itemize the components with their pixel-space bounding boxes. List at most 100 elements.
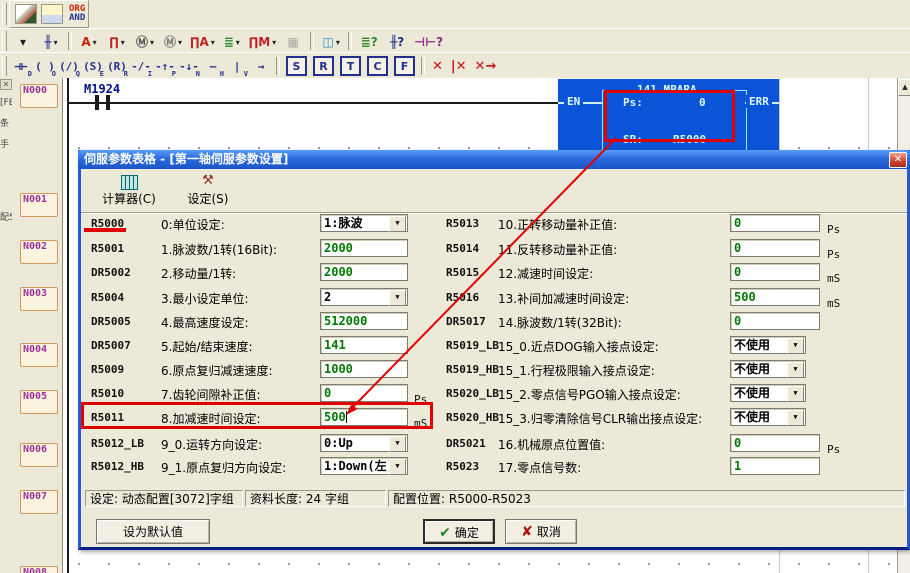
boxed-f-button[interactable]: F xyxy=(394,56,415,76)
chevron-down-icon[interactable]: ▼ xyxy=(389,459,406,475)
pulse-m-button[interactable]: ∏M▾ xyxy=(246,30,279,53)
param-input[interactable]: 500 xyxy=(320,408,408,426)
param-input[interactable]: 141 xyxy=(320,336,408,354)
boxed-t-button[interactable]: T xyxy=(340,56,361,76)
cancel-button[interactable]: ✘取消 xyxy=(505,519,577,544)
param-input[interactable]: 0 xyxy=(730,312,820,330)
block-sr-value[interactable]: R5000 xyxy=(670,133,709,146)
program-view-icon[interactable] xyxy=(15,4,37,24)
toolbar-grip[interactable] xyxy=(2,3,7,25)
palette-D-button[interactable]: ⊣⊢D xyxy=(9,55,33,77)
selected-instruction-block[interactable]: 141 MPARA EN ERR Ps: 0 SR: R5000 xyxy=(558,79,779,150)
palette-Q-button[interactable]: (/)Q xyxy=(57,55,81,77)
param-select[interactable]: 2▼ xyxy=(320,288,408,306)
list-help-button[interactable]: ≣? xyxy=(355,30,383,53)
card-button[interactable]: ▦ xyxy=(279,30,307,53)
network-box-n004[interactable]: N004 xyxy=(20,343,58,367)
param-select[interactable]: 不使用▼ xyxy=(730,360,806,378)
motor2-icon: Ⓜ xyxy=(164,33,176,52)
param-select[interactable]: 不使用▼ xyxy=(730,384,806,402)
palette-P-button[interactable]: -↑-P xyxy=(153,55,177,77)
comment-view-icon[interactable] xyxy=(41,4,63,24)
network-box-n008[interactable]: N008 xyxy=(20,566,58,573)
chevron-down-icon[interactable]: ▼ xyxy=(389,436,406,452)
delete-button-1[interactable]: |✕ xyxy=(451,59,467,74)
param-input[interactable]: 2000 xyxy=(320,263,408,281)
network-box-n007[interactable]: N007 xyxy=(20,490,58,514)
x-icon: ✘ xyxy=(521,524,533,540)
panel-close-icon[interactable]: ✕ xyxy=(0,79,12,90)
insert-arrow-button[interactable]: ▾ xyxy=(9,30,37,53)
pulse-output-button[interactable]: ∏▾ xyxy=(103,30,131,53)
param-input[interactable]: 0 xyxy=(730,263,820,281)
block-ps-value[interactable]: 0 xyxy=(696,96,709,109)
param-select[interactable]: 0:Up▼ xyxy=(320,434,408,452)
param-select[interactable]: 不使用▼ xyxy=(730,408,806,426)
param-input[interactable]: 0 xyxy=(730,214,820,232)
param-input[interactable]: 2000 xyxy=(320,239,408,257)
network-box-n000[interactable]: N000 xyxy=(20,84,58,108)
set-default-button[interactable]: 设为默认值 xyxy=(96,519,210,544)
motor-button[interactable]: Ⓜ▾ xyxy=(131,30,159,53)
param-label: 6.原点复归减速速度: xyxy=(161,362,273,379)
param-input[interactable]: 0 xyxy=(730,239,820,257)
param-input[interactable]: 500 xyxy=(730,288,820,306)
delete-button-2[interactable]: ✕→ xyxy=(475,59,497,74)
param-input[interactable]: 1 xyxy=(730,457,820,475)
dialog-titlebar[interactable]: 伺服参数表格 - [第一轴伺服参数设置] ✕ xyxy=(78,150,910,169)
palette-H-button[interactable]: —H xyxy=(201,55,225,77)
network-box-n005[interactable]: N005 xyxy=(20,390,58,414)
palette-V-button[interactable]: |V xyxy=(225,55,249,77)
param-input[interactable]: 512000 xyxy=(320,312,408,330)
boxed-s-button[interactable]: S xyxy=(286,56,307,76)
param-select[interactable]: 1:Down(左)▼ xyxy=(320,457,408,475)
contact-help-button[interactable]: ⊣⊢? xyxy=(411,30,446,53)
motor2-button[interactable]: Ⓜ▾ xyxy=(159,30,187,53)
param-input[interactable]: 0 xyxy=(320,384,408,402)
settings-button[interactable]: ⚒ 设定(S) xyxy=(176,172,240,210)
contact-symbol[interactable] xyxy=(106,95,110,110)
monitor-button[interactable]: ◫▾ xyxy=(317,30,345,53)
boxed-r-button[interactable]: R xyxy=(313,56,334,76)
chevron-down-icon[interactable]: ▼ xyxy=(787,386,804,402)
list-button[interactable]: ≣▾ xyxy=(218,30,246,53)
param-value: 0 xyxy=(734,241,741,255)
palette-key-label: O xyxy=(52,70,56,78)
param-select[interactable]: 不使用▼ xyxy=(730,336,806,354)
palette-N-button[interactable]: -↓-N xyxy=(177,55,201,77)
chevron-down-icon[interactable]: ▼ xyxy=(787,362,804,378)
toolbar-grip[interactable] xyxy=(2,56,7,77)
pulse-a-button[interactable]: ∏A▾ xyxy=(187,30,218,53)
network-box-n002[interactable]: N002 xyxy=(20,240,58,264)
palette-I-button[interactable]: -/-I xyxy=(129,55,153,77)
network-box-n006[interactable]: N006 xyxy=(20,443,58,467)
close-icon[interactable]: ✕ xyxy=(889,152,907,168)
contact-label[interactable]: M1924 xyxy=(84,82,120,96)
calculator-button[interactable]: 计算器(C) xyxy=(89,172,169,210)
toolbar-grip[interactable] xyxy=(2,31,7,50)
chevron-down-icon[interactable]: ▼ xyxy=(787,410,804,426)
text-edit-button[interactable]: A▾ xyxy=(75,30,103,53)
palette-E-button[interactable]: (S)E xyxy=(81,55,105,77)
palette-arrow-button[interactable]: → xyxy=(249,55,273,77)
ok-button[interactable]: ✔确定 xyxy=(423,519,495,544)
param-value: 500 xyxy=(734,290,756,304)
param-input[interactable]: 1000 xyxy=(320,360,408,378)
network-help-button[interactable]: ╫? xyxy=(383,30,411,53)
palette-R-button[interactable]: (R)R xyxy=(105,55,129,77)
network-button[interactable]: ╫▾ xyxy=(37,30,65,53)
boxed-c-button[interactable]: C xyxy=(367,56,388,76)
delete-button-0[interactable]: ✕ xyxy=(432,59,443,74)
contact-symbol[interactable] xyxy=(95,95,99,110)
network-box-n001[interactable]: N001 xyxy=(20,193,58,217)
chevron-down-icon[interactable]: ▼ xyxy=(787,338,804,354)
network-box-n003[interactable]: N003 xyxy=(20,287,58,311)
calculator-label: 计算器(C) xyxy=(102,192,156,206)
param-select[interactable]: 1:脉波▼ xyxy=(320,214,408,232)
chevron-down-icon[interactable]: ▼ xyxy=(389,290,406,306)
param-input[interactable]: 0 xyxy=(730,434,820,452)
network-label: N004 xyxy=(23,344,47,355)
palette-O-button[interactable]: ( )O xyxy=(33,55,57,77)
chevron-down-icon[interactable]: ▼ xyxy=(389,216,406,232)
scroll-up-button[interactable]: ▲ xyxy=(898,79,910,96)
